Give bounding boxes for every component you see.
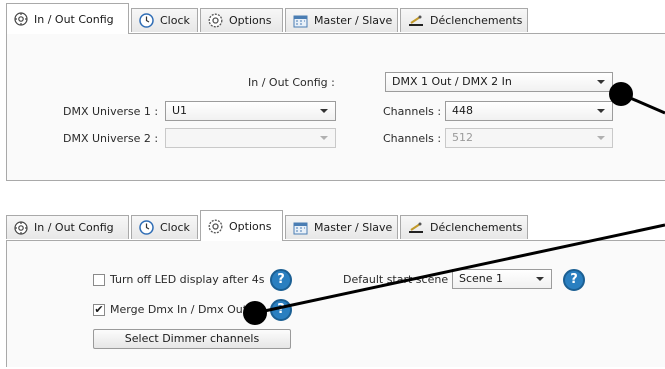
merge-label: Merge Dmx In / Dmx Out [110,303,248,316]
select-dimmer-button[interactable]: Select Dimmer channels [93,329,291,349]
chevron-down-icon [597,136,605,140]
options-panel: In / Out Config Clock Options Master / S… [0,207,665,367]
universe2-label: DMX Universe 2 : [63,132,159,145]
tab-label: Déclenchements [430,14,523,27]
config-label: In / Out Config : [248,76,335,89]
channels2-value: 512 [452,131,473,144]
scene-select[interactable]: Scene 1 [452,269,552,289]
calendar-icon [293,14,308,28]
tab-label: Master / Slave [314,221,393,234]
channels1-label: Channels : [383,105,442,118]
config-value: DMX 1 Out / DMX 2 In [392,75,512,88]
help-icon[interactable]: ? [270,299,292,321]
gear-icon [208,13,223,28]
tab-master-slave[interactable]: Master / Slave [285,8,398,32]
clock-icon [139,13,154,28]
chevron-down-icon [597,109,605,113]
led-label: Turn off LED display after 4s [110,273,265,286]
tab-inout-config[interactable]: In / Out Config [6,215,129,239]
tab-options[interactable]: Options [200,210,283,241]
tab-label: In / Out Config [34,12,114,26]
help-icon[interactable]: ? [270,269,292,291]
gear-network-icon [14,220,28,235]
tab-label: Clock [160,14,190,27]
universe1-select[interactable]: U1 [165,101,336,121]
tab-bar: In / Out Config Clock Options Master / S… [0,0,665,34]
chevron-down-icon [597,80,605,84]
calendar-icon [293,221,308,235]
tab-label: Options [229,14,272,27]
merge-checkbox[interactable]: ✔ [93,304,105,316]
chevron-down-icon [536,277,544,281]
channels2-select[interactable]: 512 [445,128,613,148]
tab-bar: In / Out Config Clock Options Master / S… [0,207,665,241]
scene-label: Default start scene : [343,273,456,286]
tab-content: Turn off LED display after 4s ? Default … [6,240,665,367]
universe2-select[interactable] [165,128,336,148]
tab-inout-config[interactable]: In / Out Config [6,3,129,34]
trigger-icon [408,222,424,234]
scene-value: Scene 1 [459,272,504,285]
trigger-icon [408,15,424,27]
tab-content: In / Out Config : DMX 1 Out / DMX 2 In D… [6,33,665,181]
chevron-down-icon [320,136,328,140]
tab-label: Déclenchements [430,221,523,234]
gear-network-icon [14,12,28,26]
tab-label: Options [229,219,272,233]
clock-icon [139,220,154,235]
tab-label: Clock [160,221,190,234]
chevron-down-icon [320,109,328,113]
config-select[interactable]: DMX 1 Out / DMX 2 In [385,72,613,92]
tab-label: In / Out Config [34,221,114,234]
channels2-label: Channels : [383,132,442,145]
channels1-select[interactable]: 448 [445,101,613,121]
tab-clock[interactable]: Clock [131,215,198,239]
tab-clock[interactable]: Clock [131,8,198,32]
help-icon[interactable]: ? [563,269,585,291]
universe1-label: DMX Universe 1 : [63,105,159,118]
universe1-value: U1 [172,104,188,117]
inout-config-panel: In / Out Config Clock Options Master / S… [0,0,665,184]
tab-label: Master / Slave [314,14,393,27]
tab-master-slave[interactable]: Master / Slave [285,215,398,239]
tab-declenchements[interactable]: Déclenchements [400,215,528,239]
channels1-value: 448 [452,104,473,117]
tab-declenchements[interactable]: Déclenchements [400,8,528,32]
led-checkbox[interactable] [93,274,105,286]
tab-options[interactable]: Options [200,8,283,32]
gear-icon [208,219,223,234]
